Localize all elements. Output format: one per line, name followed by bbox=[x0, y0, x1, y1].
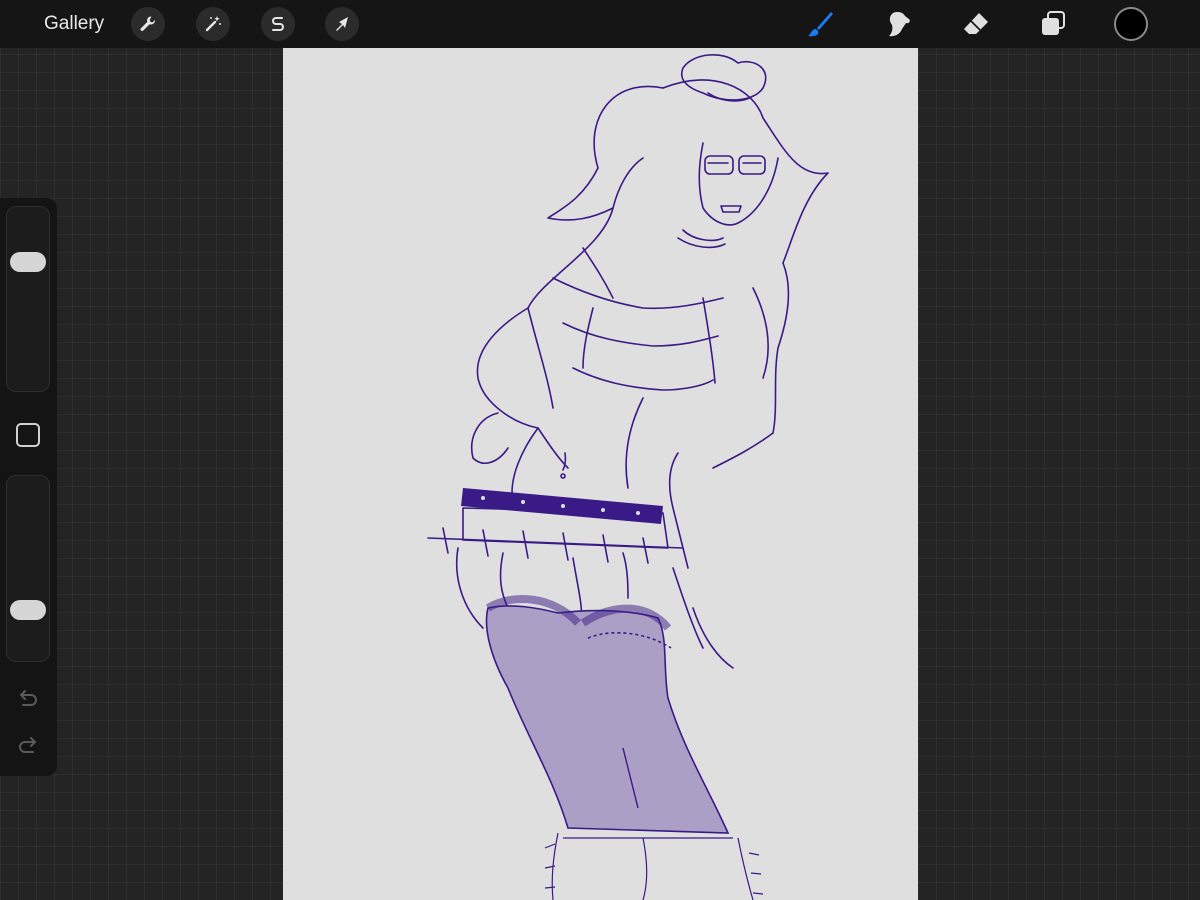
undo-button[interactable] bbox=[14, 688, 42, 712]
gallery-button[interactable]: Gallery bbox=[44, 12, 104, 36]
transform-button[interactable] bbox=[325, 7, 359, 41]
brush-size-thumb[interactable] bbox=[10, 252, 46, 272]
brush-icon bbox=[808, 12, 833, 37]
selection-s-icon bbox=[272, 17, 284, 31]
drawing-canvas[interactable] bbox=[283, 48, 918, 900]
left-sidebar bbox=[0, 198, 57, 776]
redo-button[interactable] bbox=[14, 735, 42, 759]
smudge-icon bbox=[889, 12, 910, 37]
smudge-tool[interactable] bbox=[881, 6, 917, 42]
layers-button[interactable] bbox=[1035, 6, 1071, 42]
brush-size-slider[interactable] bbox=[6, 206, 50, 392]
actions-button[interactable] bbox=[131, 7, 165, 41]
color-picker-button[interactable] bbox=[1114, 7, 1148, 41]
arrow-cursor-icon bbox=[336, 17, 348, 31]
artwork-lineart bbox=[427, 53, 829, 900]
brush-opacity-thumb[interactable] bbox=[10, 600, 46, 620]
eraser-icon bbox=[964, 13, 988, 34]
adjustments-button[interactable] bbox=[196, 7, 230, 41]
modify-button[interactable] bbox=[16, 423, 40, 447]
wrench-icon bbox=[140, 16, 156, 31]
brush-tool[interactable] bbox=[802, 6, 838, 42]
eraser-tool[interactable] bbox=[958, 6, 994, 42]
layers-icon bbox=[1042, 11, 1065, 35]
top-toolbar: Gallery bbox=[0, 0, 1200, 48]
brush-opacity-slider[interactable] bbox=[6, 475, 50, 662]
undo-icon bbox=[19, 690, 37, 706]
selection-button[interactable] bbox=[261, 7, 295, 41]
magic-wand-icon bbox=[205, 16, 221, 32]
redo-icon bbox=[19, 737, 37, 753]
